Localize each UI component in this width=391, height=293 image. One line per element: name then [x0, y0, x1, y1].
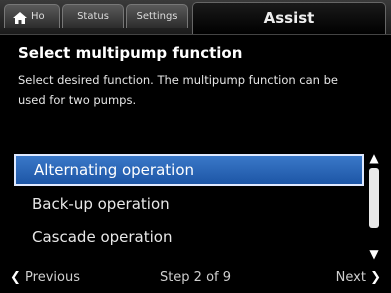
footer-navigation: ❮ Previous Step 2 of 9 Next ❯	[0, 262, 391, 293]
option-back-up-operation[interactable]: Back-up operation	[14, 189, 364, 219]
step-indicator: Step 2 of 9	[159, 270, 232, 285]
top-tab-bar: Ho Status Settings Assist	[0, 0, 391, 35]
next-label: Next	[335, 270, 366, 285]
page-title: Select multipump function	[18, 44, 243, 62]
next-button[interactable]: Next ❯	[336, 270, 381, 285]
home-icon	[13, 12, 27, 24]
page-description: Select desired function. The multipump f…	[18, 73, 338, 107]
tab-home[interactable]: Ho	[4, 4, 60, 28]
scroll-down-icon[interactable]: ▼	[367, 248, 381, 260]
tab-assist[interactable]: Assist	[192, 2, 386, 34]
scrollbar-thumb[interactable]	[369, 168, 379, 228]
chevron-right-icon: ❯	[370, 270, 381, 285]
scroll-up-icon[interactable]: ▲	[367, 152, 381, 164]
option-list: Alternating operation Back-up operation …	[14, 154, 364, 255]
option-cascade-operation[interactable]: Cascade operation	[14, 222, 364, 252]
option-alternating-operation[interactable]: Alternating operation	[14, 154, 364, 186]
tab-home-label: Ho	[31, 11, 45, 22]
tab-status[interactable]: Status	[62, 4, 124, 28]
tab-settings[interactable]: Settings	[126, 4, 188, 28]
